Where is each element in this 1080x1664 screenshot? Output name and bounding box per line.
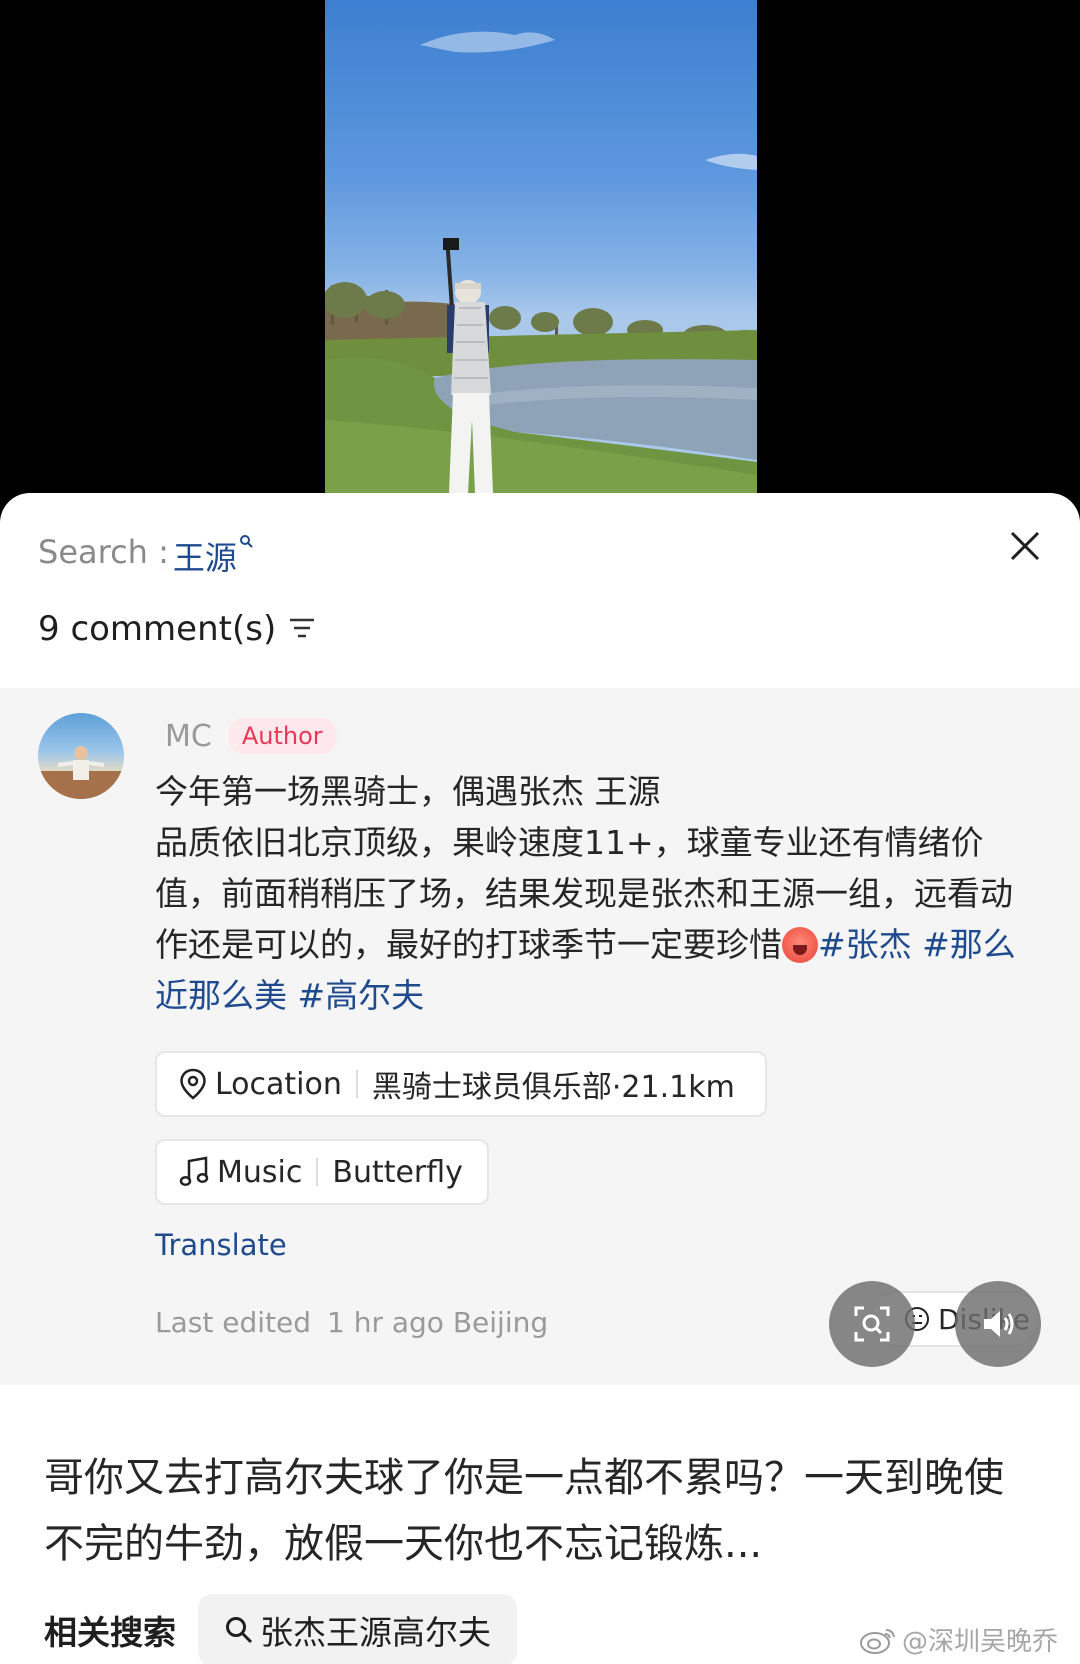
scan-search-icon: [854, 1306, 890, 1342]
speaker-icon: [984, 1311, 1014, 1337]
comment-count-text: 9 comment(s): [38, 609, 277, 649]
translate-link[interactable]: Translate: [155, 1228, 287, 1262]
search-prefix: Search :: [38, 533, 169, 571]
chip-divider: [355, 1070, 358, 1098]
post-meta: Last edited 1 hr ago Beijing: [155, 1306, 548, 1339]
small-search-icon: [239, 529, 253, 553]
location-label: Location: [215, 1066, 342, 1102]
scan-button[interactable]: [829, 1281, 915, 1367]
watermark: @深圳吴晚乔: [858, 1621, 1058, 1658]
location-chip[interactable]: Location 黑骑士球员俱乐部·21.1km: [155, 1051, 767, 1117]
post-text-body-wrap: 品质依旧北京顶级，果岭速度11+，球童专业还有情绪价值，前面稍稍压了场，结果发现…: [155, 817, 1025, 1021]
username[interactable]: MC: [165, 719, 212, 754]
close-button[interactable]: [1000, 521, 1050, 571]
music-note-icon: [179, 1156, 209, 1187]
video-player[interactable]: [0, 0, 1080, 500]
location-pin-icon: [180, 1068, 206, 1100]
angry-face-emoji-icon: [782, 927, 818, 963]
post-author-row: MC Author: [165, 718, 337, 754]
related-search-query: 张杰王源高尔夫: [260, 1613, 491, 1652]
sound-button[interactable]: [955, 1281, 1041, 1367]
related-search-chip[interactable]: 张杰王源高尔夫: [198, 1594, 517, 1664]
golf-scene-image: [325, 31, 757, 493]
music-chip[interactable]: Music Butterfly: [155, 1139, 489, 1205]
hashtag-golf[interactable]: #高尔夫: [298, 976, 425, 1015]
search-icon: [226, 1617, 253, 1644]
comments-sheet: Search : 王源 9 comment(s) MC Author 今年第一场…: [0, 493, 1080, 1664]
sort-lines-icon[interactable]: [288, 609, 316, 649]
last-edited-value: 1 hr ago Beijing: [326, 1306, 549, 1339]
video-frame[interactable]: [325, 0, 757, 493]
location-value: 黑骑士球员俱乐部·21.1km: [371, 1070, 735, 1105]
comment-text: 哥你又去打高尔夫球了你是一点都不累吗？一天到晚使不完的牛劲，放假一天你也不忘记锻…: [44, 1455, 1004, 1567]
related-search: 相关搜索 张杰王源高尔夫: [44, 1594, 517, 1664]
avatar[interactable]: [38, 713, 124, 799]
post-text: 今年第一场黑骑士，偶遇张杰 王源 品质依旧北京顶级，果岭速度11+，球童专业还有…: [155, 766, 1025, 1021]
related-search-label: 相关搜索: [44, 1613, 176, 1652]
post-text-line1: 今年第一场黑骑士，偶遇张杰 王源: [155, 772, 661, 811]
music-value: Butterfly: [332, 1154, 463, 1190]
hashtag-zhangjie[interactable]: #张杰: [818, 925, 912, 964]
music-label: Music: [217, 1154, 303, 1190]
search-keyword[interactable]: 王源: [173, 533, 237, 579]
close-icon: [1010, 531, 1040, 561]
author-post: MC Author 今年第一场黑骑士，偶遇张杰 王源 品质依旧北京顶级，果岭速度…: [0, 688, 1080, 1385]
chip-divider: [316, 1158, 319, 1186]
comment-count: 9 comment(s): [38, 609, 316, 649]
watermark-text: @深圳吴晚乔: [902, 1627, 1059, 1657]
search-keyword-line[interactable]: Search : 王源: [38, 533, 253, 579]
author-badge: Author: [227, 718, 337, 754]
weibo-logo-icon: [860, 1628, 895, 1654]
last-edited-label: Last edited: [155, 1306, 311, 1339]
